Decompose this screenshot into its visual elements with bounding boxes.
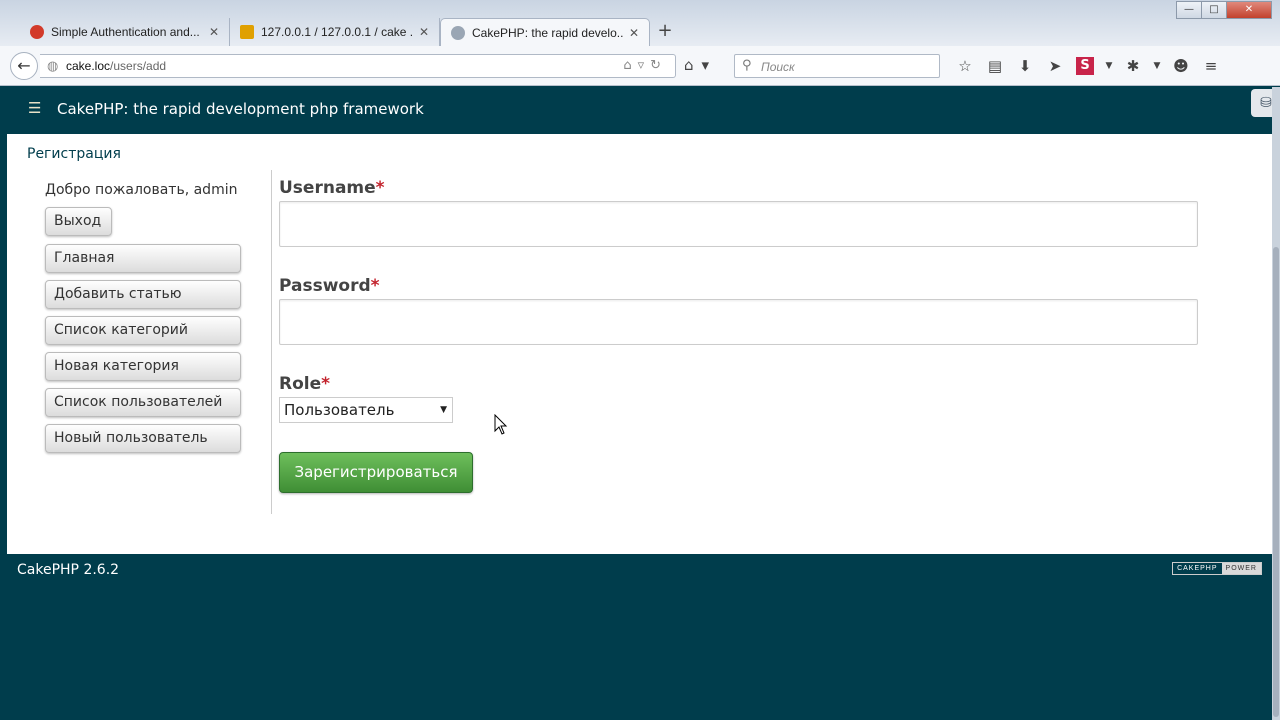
url-text: cake.loc/users/add bbox=[66, 59, 166, 73]
sidebar-item-new-user[interactable]: Новый пользователь bbox=[45, 424, 241, 453]
tab-simple-authentication[interactable]: Simple Authentication and... ✕ bbox=[20, 18, 230, 46]
send-icon[interactable]: ➤ bbox=[1040, 55, 1070, 77]
new-tab-button[interactable]: + bbox=[650, 18, 680, 46]
search-input[interactable]: ⚲ Поиск bbox=[734, 54, 940, 78]
role-selected-value: Пользователь bbox=[284, 401, 395, 419]
browser-titlebar: — □ ✕ Simple Authentication and... ✕ 127… bbox=[0, 0, 1280, 46]
bookmarks-icon[interactable]: ▤ bbox=[980, 55, 1010, 77]
tab-label: CakePHP: the rapid develo... bbox=[472, 25, 623, 40]
cake-icon: ☰ bbox=[28, 99, 42, 117]
required-marker: * bbox=[375, 178, 385, 198]
tab-cakephp[interactable]: CakePHP: the rapid develo... ✕ bbox=[440, 18, 650, 46]
sidebar: Добро пожаловать, admin Выход Главная До… bbox=[45, 182, 241, 460]
role-label-text: Role bbox=[279, 374, 322, 394]
tab-label: Simple Authentication and... bbox=[51, 25, 200, 39]
chevron-down-icon[interactable]: ▼ bbox=[1100, 55, 1118, 77]
role-select[interactable]: Пользователь ▼ bbox=[279, 397, 453, 423]
sidebar-item-add-article[interactable]: Добавить статью bbox=[45, 280, 241, 309]
page-content: Регистрация Добро пожаловать, admin Выхо… bbox=[7, 134, 1272, 554]
tab-close-icon[interactable]: ✕ bbox=[629, 26, 639, 40]
reload-icon[interactable]: ⌂▿↻ bbox=[623, 58, 667, 73]
site-title-link[interactable]: CakePHP: the rapid development php frame… bbox=[57, 100, 424, 118]
register-submit-button[interactable]: Зарегистрироваться bbox=[279, 452, 473, 493]
password-input[interactable] bbox=[279, 299, 1198, 345]
role-label: Role* bbox=[279, 374, 330, 394]
search-icon: ⚲ bbox=[742, 58, 752, 73]
site-footer: CakePHP 2.6.2 CAKEPHP POWER bbox=[7, 554, 1272, 720]
sidebar-item-category-list[interactable]: Список категорий bbox=[45, 316, 241, 345]
password-label: Password* bbox=[279, 276, 380, 296]
tab-label: 127.0.0.1 / 127.0.0.1 / cake ... bbox=[261, 25, 413, 39]
scrollbar[interactable] bbox=[1272, 87, 1280, 720]
username-label-text: Username bbox=[279, 178, 376, 198]
favicon-icon bbox=[30, 25, 44, 39]
navigation-toolbar: ← ◍ cake.loc/users/add ⌂▿↻ ⌂▾ ⚲ Поиск ☆ … bbox=[0, 46, 1280, 86]
scrollbar-thumb[interactable] bbox=[1273, 247, 1279, 717]
s-addon-icon[interactable]: S bbox=[1076, 57, 1094, 75]
favicon-icon bbox=[451, 25, 465, 40]
power-badge-left: CAKEPHP bbox=[1173, 563, 1222, 574]
url-host: cake.loc bbox=[66, 59, 111, 73]
mouse-cursor-icon bbox=[494, 414, 508, 435]
favicon-icon bbox=[240, 25, 254, 39]
site-header: ☰ CakePHP: the rapid development php fra… bbox=[7, 87, 1280, 134]
sidebar-item-home[interactable]: Главная bbox=[45, 244, 241, 273]
tab-close-icon[interactable]: ✕ bbox=[209, 25, 219, 39]
home-icon[interactable]: ⌂▾ bbox=[684, 56, 717, 74]
tab-close-icon[interactable]: ✕ bbox=[419, 25, 429, 39]
page-title: Регистрация bbox=[27, 146, 121, 162]
tab-strip: Simple Authentication and... ✕ 127.0.0.1… bbox=[20, 18, 680, 46]
username-input[interactable] bbox=[279, 201, 1198, 247]
tab-phpmyadmin[interactable]: 127.0.0.1 / 127.0.0.1 / cake ... ✕ bbox=[230, 18, 440, 46]
chevron-down-icon[interactable]: ▼ bbox=[1148, 55, 1166, 77]
star-icon[interactable]: ☆ bbox=[950, 55, 980, 77]
back-arrow-icon[interactable]: ← bbox=[10, 52, 38, 80]
maximize-button[interactable]: □ bbox=[1201, 1, 1227, 19]
url-bar[interactable]: ◍ cake.loc/users/add ⌂▿↻ bbox=[40, 54, 676, 78]
search-placeholder: Поиск bbox=[761, 60, 795, 74]
bug-icon[interactable]: ✱ bbox=[1118, 55, 1148, 77]
chevron-down-icon: ▼ bbox=[440, 405, 447, 415]
sidebar-item-user-list[interactable]: Список пользователей bbox=[45, 388, 241, 417]
cakephp-power-badge[interactable]: CAKEPHP POWER bbox=[1172, 562, 1262, 575]
version-text: CakePHP 2.6.2 bbox=[17, 562, 120, 578]
globe-icon: ◍ bbox=[47, 59, 59, 74]
username-label: Username* bbox=[279, 178, 385, 198]
password-label-text: Password bbox=[279, 276, 371, 296]
required-marker: * bbox=[321, 374, 331, 394]
download-icon[interactable]: ⬇ bbox=[1010, 55, 1040, 77]
chat-icon[interactable]: ☻ bbox=[1166, 55, 1196, 77]
window-close-button[interactable]: ✕ bbox=[1226, 1, 1272, 19]
menu-icon[interactable]: ≡ bbox=[1196, 55, 1226, 77]
welcome-text: Добро пожаловать, admin bbox=[45, 182, 238, 198]
required-marker: * bbox=[370, 276, 380, 296]
url-path: /users/add bbox=[110, 59, 167, 73]
logout-button[interactable]: Выход bbox=[45, 207, 112, 236]
toolbar-icons: ☆ ▤ ⬇ ➤ S ▼ ✱ ▼ ☻ ≡ bbox=[950, 55, 1226, 77]
window-controls: — □ ✕ bbox=[1176, 1, 1272, 19]
divider bbox=[271, 170, 272, 514]
sidebar-item-new-category[interactable]: Новая категория bbox=[45, 352, 241, 381]
power-badge-right: POWER bbox=[1221, 563, 1261, 574]
minimize-button[interactable]: — bbox=[1176, 1, 1202, 19]
